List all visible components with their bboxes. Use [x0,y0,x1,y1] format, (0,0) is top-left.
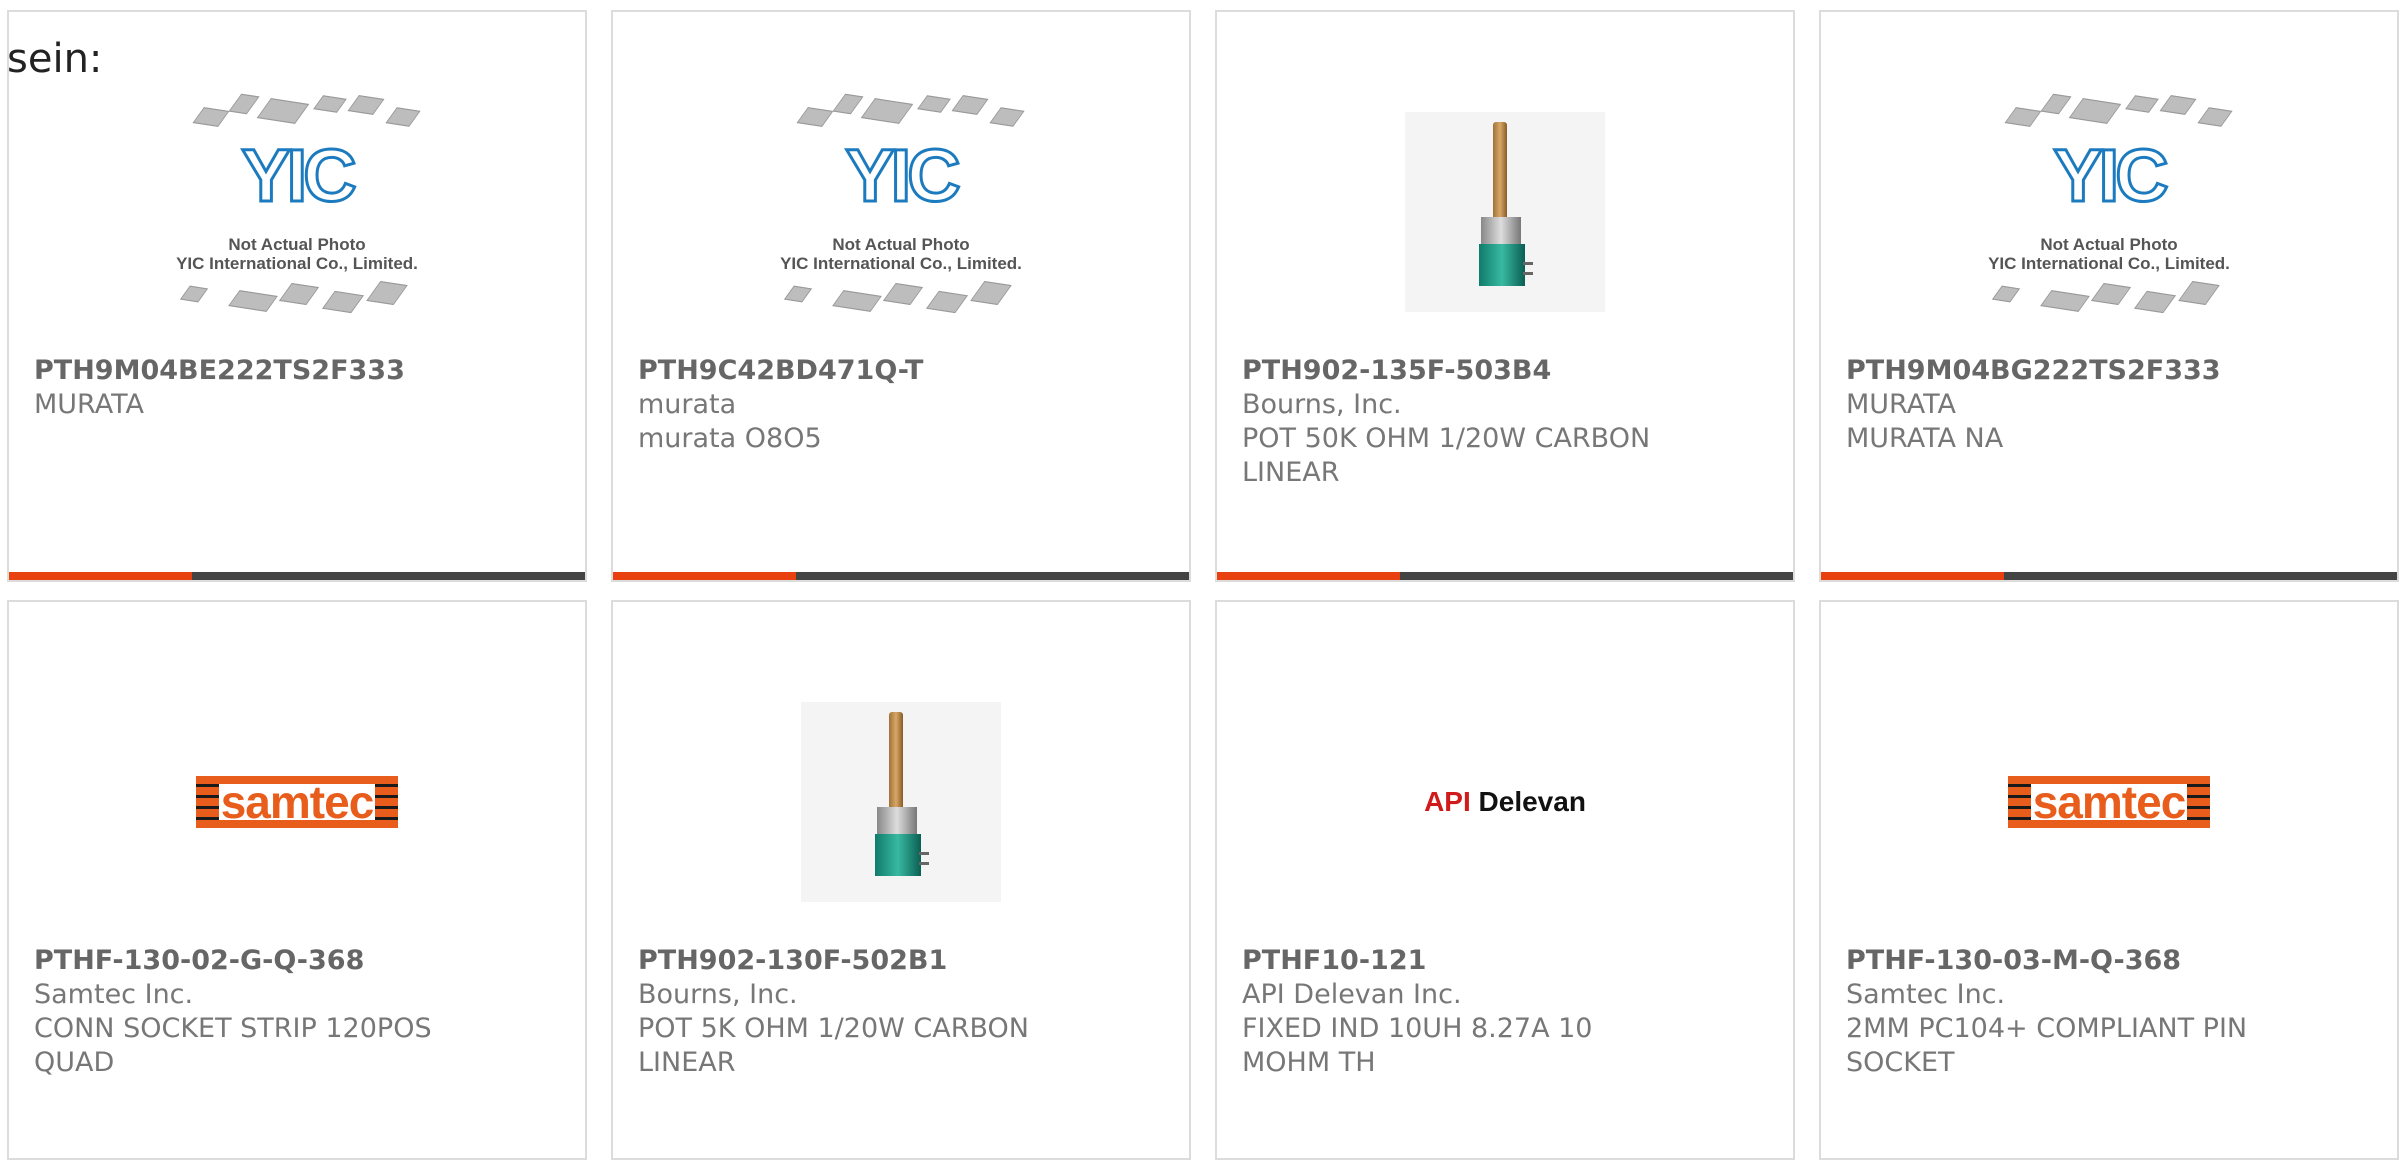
yic-placeholder-image: YIC Not Actual Photo YIC International C… [162,87,432,337]
product-card[interactable]: PTH902-130F-502B1 Bourns, Inc. POT 5K OH… [611,600,1191,1160]
yic-logo: YIC [844,134,962,217]
manufacturer: API Delevan Inc. [1242,979,1462,1010]
card-accent-bar [9,572,585,580]
manufacturer: Bourns, Inc. [638,979,798,1010]
manufacturer: MURATA [34,389,144,420]
api-logo-text: API [1424,786,1471,817]
manufacturer: Samtec Inc. [34,979,194,1010]
part-number[interactable]: PTHF10-121 [1242,944,1768,978]
product-card[interactable]: YIC Not Actual Photo YIC International C… [7,10,587,582]
delevan-logo-text: Delevan [1478,786,1586,817]
product-card[interactable]: samtec PTHF-130-03-M-Q-368 Samtec Inc. 2… [1819,600,2399,1160]
placeholder-caption-1: Not Actual Photo [2040,235,2178,254]
placeholder-caption-2: YIC International Co., Limited. [1988,254,2230,273]
manufacturer: Bourns, Inc. [1242,389,1402,420]
part-number[interactable]: PTH902-135F-503B4 [1242,354,1768,388]
placeholder-caption-2: YIC International Co., Limited. [780,254,1022,273]
product-image [1217,72,1793,352]
description: POT 5K OHM 1/20W CARBON LINEAR [638,1013,1029,1078]
samtec-logo-text: samtec [2030,776,2188,828]
product-card[interactable]: samtec PTHF-130-02-G-Q-368 Samtec Inc. C… [7,600,587,1160]
placeholder-caption-2: YIC International Co., Limited. [176,254,418,273]
manufacturer: murata [638,389,737,420]
samtec-logo-text: samtec [218,776,376,828]
description: FIXED IND 10UH 8.27A 10 MOHM TH [1242,1013,1593,1078]
description: murata O8O5 [638,423,822,454]
yic-placeholder-image: YIC Not Actual Photo YIC International C… [766,87,1036,337]
product-image: samtec [1821,662,2397,942]
placeholder-caption-1: Not Actual Photo [228,235,366,254]
potentiometer-photo [1405,112,1605,312]
yic-logo: YIC [240,134,358,217]
part-number[interactable]: PTH9C42BD471Q-T [638,354,1164,388]
prefix-text: sein: [7,36,103,82]
product-image: API Delevan [1217,662,1793,942]
description: CONN SOCKET STRIP 120POS QUAD [34,1013,432,1078]
manufacturer: Samtec Inc. [1846,979,2006,1010]
card-accent-bar [1821,572,2397,580]
card-accent-bar [1217,572,1793,580]
description: MURATA NA [1846,423,2004,454]
manufacturer: MURATA [1846,389,1956,420]
samtec-logo: samtec [2008,776,2210,828]
description: 2MM PC104+ COMPLIANT PIN SOCKET [1846,1013,2248,1078]
product-image: YIC Not Actual Photo YIC International C… [9,72,585,352]
description: POT 50K OHM 1/20W CARBON LINEAR [1242,423,1651,488]
product-image: YIC Not Actual Photo YIC International C… [613,72,1189,352]
part-number[interactable]: PTH9M04BG222TS2F333 [1846,354,2372,388]
product-card[interactable]: YIC Not Actual Photo YIC International C… [1819,10,2399,582]
samtec-logo: samtec [196,776,398,828]
potentiometer-photo [801,702,1001,902]
yic-placeholder-image: YIC Not Actual Photo YIC International C… [1974,87,2244,337]
product-card[interactable]: API Delevan PTHF10-121 API Delevan Inc. … [1215,600,1795,1160]
api-delevan-logo: API Delevan [1424,786,1586,818]
part-number[interactable]: PTH9M04BE222TS2F333 [34,354,560,388]
card-accent-bar [613,572,1189,580]
product-image [613,662,1189,942]
product-image: samtec [9,662,585,942]
product-card[interactable]: PTH902-135F-503B4 Bourns, Inc. POT 50K O… [1215,10,1795,582]
part-number[interactable]: PTHF-130-03-M-Q-368 [1846,944,2372,978]
part-number[interactable]: PTHF-130-02-G-Q-368 [34,944,560,978]
placeholder-caption-1: Not Actual Photo [832,235,970,254]
yic-logo: YIC [2052,134,2170,217]
part-number[interactable]: PTH902-130F-502B1 [638,944,1164,978]
product-card[interactable]: YIC Not Actual Photo YIC International C… [611,10,1191,582]
product-image: YIC Not Actual Photo YIC International C… [1821,72,2397,352]
